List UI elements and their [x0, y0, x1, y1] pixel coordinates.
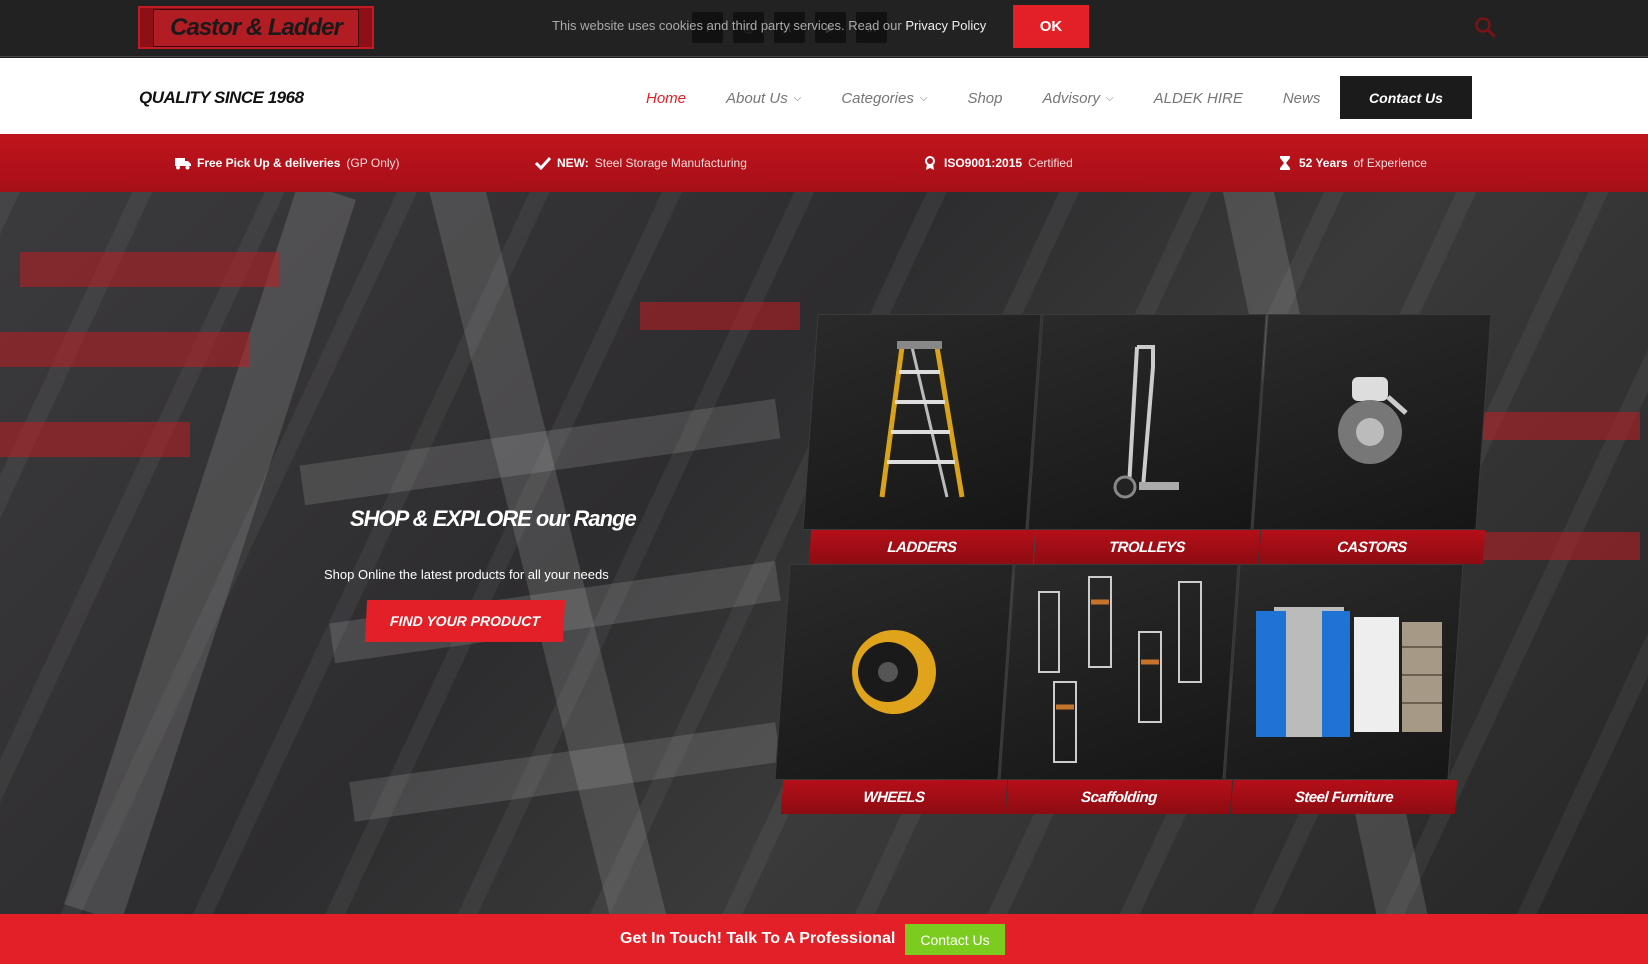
search-icon[interactable] — [1474, 16, 1496, 38]
category-wheels[interactable]: WHEELS — [774, 564, 1014, 814]
bottom-cta-text: Get In Touch! Talk To A Professional — [620, 930, 896, 947]
nav-shop[interactable]: Shop — [967, 90, 1002, 107]
info-iso: ISO9001:2015 Certified — [922, 156, 1073, 170]
category-trolleys[interactable]: TROLLEYS — [1027, 314, 1267, 564]
info-strip: Free Pick Up & deliveries (GP Only) NEW:… — [0, 134, 1648, 192]
background-step — [0, 422, 190, 457]
nav-aldek-hire[interactable]: ALDEK HIRE — [1154, 90, 1243, 107]
main-navbar: QUALITY SINCE 1968 Home About Us ⌵ Catego… — [0, 58, 1648, 134]
logo-text: Castor & Ladder — [170, 13, 343, 41]
category-steel-furniture[interactable]: Steel Furniture — [1224, 564, 1464, 814]
category-ladders[interactable]: LADDERS — [802, 314, 1042, 564]
award-icon — [925, 156, 935, 170]
wheels-image — [774, 564, 1014, 780]
hero-section: SHOP & EXPLORE our Range Shop Online the… — [0, 192, 1648, 914]
background-step — [20, 252, 280, 287]
castor-icon — [1338, 377, 1408, 464]
bottom-contact-button[interactable]: Contact Us — [905, 924, 1005, 955]
scaffolding-icon — [1038, 576, 1202, 763]
nav-about-label: About Us — [726, 89, 788, 107]
cabinet-icon — [1256, 607, 1442, 737]
info-delivery-bold: Free Pick Up & deliveries — [197, 156, 341, 170]
category-grid: LADDERS TROLLEYS CASTORS WHEELS Scaffold… — [774, 314, 1512, 816]
trolley-icon — [1113, 345, 1179, 499]
category-castors[interactable]: CASTORS — [1252, 314, 1492, 564]
cookie-notice: This website uses cookies and third part… — [552, 18, 986, 33]
info-delivery: Free Pick Up & deliveries (GP Only) — [175, 156, 400, 170]
scaffolding-label: Scaffolding — [1005, 780, 1233, 814]
steel-furniture-image — [1224, 564, 1464, 780]
truck-icon — [175, 158, 191, 170]
main-nav: Home About Us ⌵ Categories ⌵ Shop Advisory… — [646, 78, 1360, 118]
nav-home-label: Home — [646, 89, 687, 107]
ladders-image — [802, 314, 1042, 530]
hero-subtitle: Shop Online the latest products for all … — [324, 567, 609, 582]
nav-shop-label: Shop — [967, 89, 1003, 107]
trolleys-label: TROLLEYS — [1033, 530, 1261, 564]
info-years: 52 Years of Experience — [1277, 156, 1427, 170]
background-step — [640, 302, 800, 330]
castors-label: CASTORS — [1258, 530, 1486, 564]
tagline: QUALITY SINCE 1968 — [139, 88, 304, 107]
trolleys-image — [1027, 314, 1267, 530]
info-years-bold: 52 Years — [1299, 156, 1348, 170]
nav-categories-label: Categories — [841, 89, 914, 107]
privacy-policy-link[interactable]: Privacy Policy — [905, 18, 986, 33]
background-ladder — [64, 192, 356, 914]
chevron-down-icon: ⌵ — [793, 92, 802, 104]
nav-aldek-label: ALDEK HIRE — [1153, 89, 1243, 107]
info-iso-rest: Certified — [1028, 156, 1073, 170]
nav-news[interactable]: News — [1283, 90, 1321, 107]
nav-categories[interactable]: Categories ⌵ — [841, 90, 927, 107]
cookie-ok-button[interactable]: OK — [1013, 5, 1089, 48]
wheel-icon — [852, 630, 936, 714]
castors-image — [1252, 314, 1492, 530]
ladders-label: LADDERS — [808, 530, 1036, 564]
cookie-text: This website uses cookies and third part… — [552, 18, 902, 33]
background-step — [0, 332, 250, 367]
wheels-label: WHEELS — [780, 780, 1008, 814]
find-product-button[interactable]: FIND YOUR PRODUCT — [364, 600, 566, 642]
check-icon — [535, 156, 551, 170]
info-new-rest: Steel Storage Manufacturing — [594, 156, 747, 170]
ladder-icon — [879, 341, 965, 498]
nav-home[interactable]: Home — [646, 90, 686, 107]
contact-us-button[interactable]: Contact Us — [1340, 76, 1472, 119]
info-iso-bold: ISO9001:2015 — [944, 156, 1023, 170]
info-new-bold: NEW: — [557, 156, 589, 170]
scaffolding-image — [999, 564, 1239, 780]
hero-title: SHOP & EXPLORE our Range — [350, 506, 637, 531]
nav-advisory-label: Advisory — [1042, 89, 1101, 107]
category-scaffolding[interactable]: Scaffolding — [999, 564, 1239, 814]
bottom-cta-bar: Get In Touch! Talk To A Professional Con… — [0, 914, 1648, 964]
site-logo[interactable]: Castor & Ladder — [138, 6, 374, 49]
info-new: NEW: Steel Storage Manufacturing — [535, 156, 747, 170]
chevron-down-icon: ⌵ — [919, 92, 928, 104]
steel-furniture-label: Steel Furniture — [1230, 780, 1458, 814]
top-bar: Castor & Ladder f ◎ t ▶ in This website … — [0, 0, 1648, 57]
nav-about-us[interactable]: About Us ⌵ — [726, 90, 801, 107]
chevron-down-icon: ⌵ — [1106, 92, 1114, 104]
info-delivery-rest: (GP Only) — [346, 156, 400, 170]
nav-advisory[interactable]: Advisory ⌵ — [1043, 90, 1114, 107]
info-years-rest: of Experience — [1353, 156, 1427, 170]
hourglass-icon — [1280, 156, 1290, 170]
nav-news-label: News — [1282, 89, 1321, 107]
